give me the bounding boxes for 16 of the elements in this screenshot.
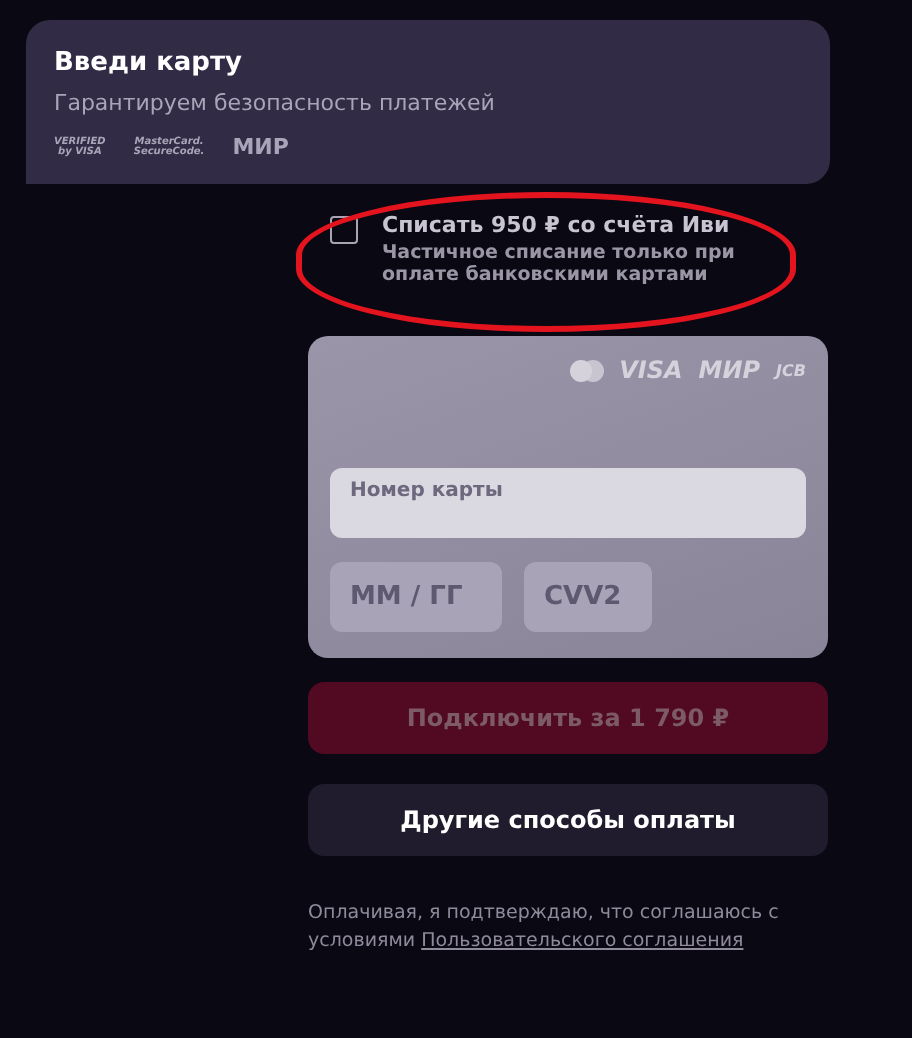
expiry-field[interactable]: ММ / ГГ (330, 562, 502, 633)
other-payment-button[interactable]: Другие способы оплаты (308, 784, 828, 857)
option-note: Частичное списание только при оплате банковскими картами (382, 242, 737, 287)
mastercard-icon (569, 359, 604, 382)
agreement-text: Оплачивая, я подтверждаю, что соглашаюсь с условиями Пользовательского соглашения (308, 900, 781, 956)
option-title: Списать 950 ₽ со счёта Иви (382, 212, 732, 239)
brand-logo: МИР (698, 356, 761, 385)
header-title: Введи карту (54, 48, 244, 78)
header-subtitle: Гарантируем безопасность платежей (54, 90, 497, 116)
brand-logo: VISA (619, 356, 683, 385)
security-logo: МИР (232, 136, 289, 161)
cvv-field[interactable]: CVV2 (524, 562, 652, 633)
checkbox[interactable] (330, 216, 358, 245)
brand-logo: JCB (776, 361, 806, 380)
agreement-link[interactable]: Пользовательского соглашения (421, 929, 744, 952)
card-number-field[interactable]: Номер карты (330, 468, 806, 539)
